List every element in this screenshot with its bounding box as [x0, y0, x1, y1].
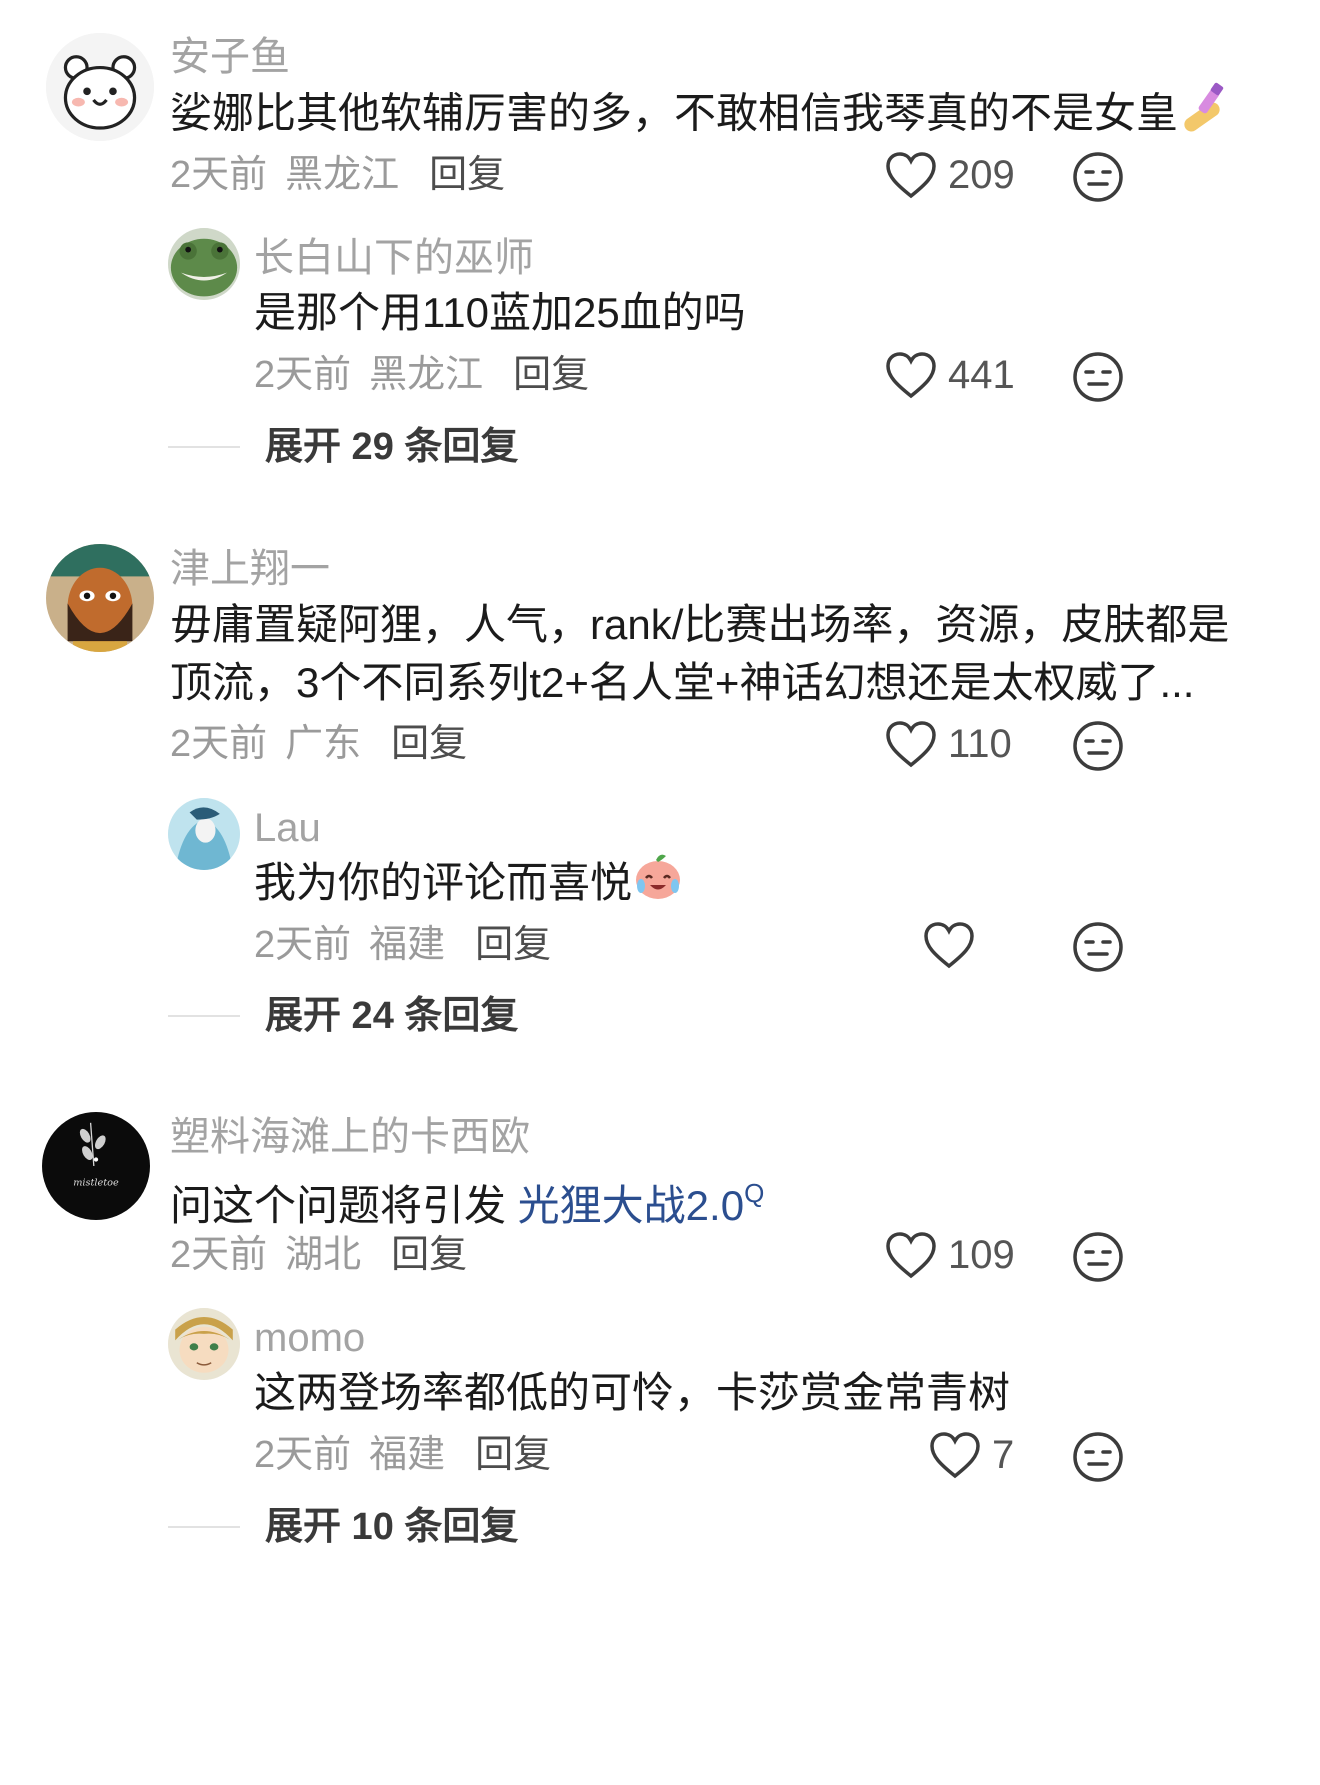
comment-text-line-1: 毋庸置疑阿狸，人气，rank/比赛出场率，资源，皮肤都是 — [170, 601, 1230, 648]
location: 湖北 — [285, 1234, 362, 1276]
reply-text: 是那个用110蓝加25血的吗 — [254, 289, 746, 336]
expand-replies-label: 展开 10 条回复 — [265, 1506, 519, 1548]
username[interactable]: 津上翔一 — [170, 549, 330, 589]
like-button[interactable]: 110 — [884, 719, 1012, 769]
reply-button[interactable]: 回复 — [513, 354, 589, 396]
neutral-face-icon — [1073, 721, 1123, 771]
frog-avatar-icon — [168, 228, 240, 300]
location: 黑龙江 — [285, 154, 400, 196]
expand-replies-button[interactable]: 展开 24 条回复 — [168, 997, 518, 1035]
reply-avatar[interactable] — [168, 798, 240, 870]
svg-text:mistletoe: mistletoe — [73, 1177, 119, 1188]
expand-replies-label: 展开 24 条回复 — [265, 995, 519, 1037]
reply-meta: 2天前 福建 回复 — [254, 926, 551, 964]
crying-laughing-peach-emoji-icon — [632, 850, 684, 921]
neutral-face-icon — [1073, 152, 1123, 202]
comment-text-body: 问这个问题将引发 — [170, 1182, 518, 1229]
comment-text: 问这个问题将引发 光狸大战2.0Q — [170, 1160, 764, 1239]
neutral-face-icon — [1073, 922, 1123, 972]
dislike-button[interactable] — [1071, 150, 1125, 204]
divider — [168, 446, 240, 448]
reply-button[interactable]: 回复 — [391, 723, 467, 765]
divider — [168, 1015, 240, 1017]
like-count: 209 — [948, 153, 1015, 197]
like-button[interactable]: 7 — [928, 1430, 1014, 1480]
comment-text: 娑娜比其他软辅厉害的多，不敢相信我琴真的不是女皇 — [170, 80, 1232, 153]
neutral-face-icon — [1073, 352, 1123, 402]
comment-meta: 2天前 湖北 回复 — [170, 1236, 467, 1274]
location: 黑龙江 — [369, 354, 484, 396]
dislike-button[interactable] — [1071, 719, 1125, 773]
comment-meta: 2天前 黑龙江 回复 — [170, 156, 505, 194]
like-count: 7 — [992, 1433, 1015, 1477]
dislike-button[interactable] — [1071, 350, 1125, 404]
username[interactable]: 塑料海滩上的卡西欧 — [170, 1117, 530, 1157]
reply-meta: 2天前 福建 回复 — [254, 1436, 551, 1474]
expand-replies-button[interactable]: 展开 10 条回复 — [168, 1508, 518, 1546]
expand-replies-button[interactable]: 展开 29 条回复 — [168, 428, 518, 466]
location: 福建 — [369, 1434, 446, 1476]
avatar[interactable] — [46, 544, 154, 652]
search-mark-icon[interactable]: Q — [744, 1178, 764, 1208]
reply-button[interactable]: 回复 — [475, 1434, 551, 1476]
like-button[interactable]: 109 — [884, 1230, 1015, 1280]
mistletoe-avatar-icon: mistletoe — [42, 1112, 150, 1220]
time: 2天前 — [254, 924, 352, 966]
reply-avatar[interactable] — [168, 1308, 240, 1380]
username[interactable]: 安子鱼 — [170, 37, 290, 77]
divider — [168, 1526, 240, 1528]
avatar[interactable] — [46, 33, 154, 141]
bear-avatar-icon — [46, 33, 154, 141]
comment-text-body: 娑娜比其他软辅厉害的多，不敢相信我琴真的不是女皇 — [170, 89, 1179, 137]
dislike-button[interactable] — [1071, 1430, 1125, 1484]
anime-boy-avatar-icon — [168, 1308, 240, 1380]
painted-face-avatar-icon — [46, 544, 154, 652]
reply-username[interactable]: 长白山下的巫师 — [254, 238, 534, 278]
location: 福建 — [369, 924, 446, 966]
expand-replies-label: 展开 29 条回复 — [265, 426, 519, 468]
heart-icon — [886, 152, 936, 199]
time: 2天前 — [254, 1434, 352, 1476]
time: 2天前 — [170, 1234, 268, 1276]
reply-meta: 2天前 黑龙江 回复 — [254, 356, 589, 394]
reply-avatar[interactable] — [168, 228, 240, 300]
reply-username[interactable]: Lau — [254, 808, 321, 848]
like-count: 110 — [948, 722, 1012, 766]
reply-button[interactable]: 回复 — [475, 924, 551, 966]
heart-icon — [930, 1432, 980, 1479]
reply-button[interactable]: 回复 — [391, 1234, 467, 1276]
location: 广东 — [285, 723, 362, 765]
time: 2天前 — [170, 723, 268, 765]
like-button[interactable]: 209 — [884, 150, 1015, 200]
reply-text: 我为你的评论而喜悦 — [254, 850, 684, 921]
heart-icon — [886, 352, 936, 399]
avatar[interactable]: mistletoe — [42, 1112, 150, 1220]
heart-icon — [886, 1232, 936, 1279]
comment-meta: 2天前 广东 回复 — [170, 725, 467, 763]
search-link[interactable]: 光狸大战2.0 — [518, 1182, 744, 1229]
like-count: 109 — [948, 1233, 1015, 1277]
illustrated-girl-avatar-icon — [168, 798, 240, 870]
reply-text: 这两登场率都低的可怜，卡莎赏金常青树 — [254, 1369, 1011, 1416]
neutral-face-icon — [1073, 1232, 1123, 1282]
like-button[interactable]: 441 — [884, 350, 1015, 400]
neutral-face-icon — [1073, 1432, 1123, 1482]
heart-icon — [886, 721, 936, 768]
reply-text-body: 我为你的评论而喜悦 — [254, 859, 633, 906]
like-count: 441 — [948, 353, 1015, 397]
nail-polish-emoji-icon — [1178, 80, 1232, 153]
comment-text-line-2: 顶流，3个不同系列t2+名人堂+神话幻想还是太权威了... — [170, 659, 1195, 706]
time: 2天前 — [254, 354, 352, 396]
heart-icon — [924, 922, 974, 969]
dislike-button[interactable] — [1071, 1230, 1125, 1284]
time: 2天前 — [170, 154, 268, 196]
dislike-button[interactable] — [1071, 920, 1125, 974]
like-button[interactable] — [922, 920, 986, 970]
reply-username[interactable]: momo — [254, 1318, 365, 1358]
reply-button[interactable]: 回复 — [429, 154, 505, 196]
